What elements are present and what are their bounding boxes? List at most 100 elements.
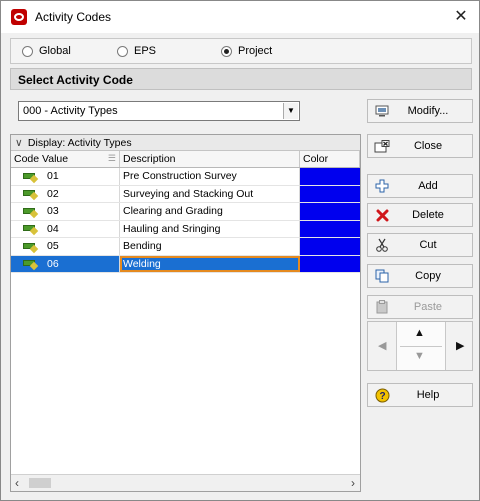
activity-code-grid: ∨ Display: Activity Types Code Value ☰ D…	[10, 134, 361, 492]
close-dialog-icon	[368, 139, 396, 153]
activity-code-icon	[23, 223, 39, 236]
move-up-icon[interactable]: ▲	[414, 327, 425, 339]
color-cell[interactable]	[300, 220, 360, 237]
activity-codes-dialog: Activity Codes ✕ Global EPS Project Sele…	[0, 0, 480, 501]
column-header-code-value-label: Code Value	[14, 153, 69, 165]
code-cell: 06	[11, 255, 120, 272]
copy-label: Copy	[415, 270, 441, 282]
display-label: Display: Activity Types	[27, 137, 132, 149]
description-cell[interactable]: Clearing and Grading	[120, 203, 300, 220]
cut-button[interactable]: Cut	[367, 233, 473, 257]
color-swatch	[300, 185, 360, 202]
window-title: Activity Codes	[35, 10, 112, 24]
table-row-selected[interactable]: 06 Welding	[11, 255, 360, 273]
scroll-left-icon[interactable]: ‹	[15, 476, 19, 490]
color-swatch	[300, 255, 360, 272]
table-row[interactable]: 02 Surveying and Stacking Out	[11, 185, 360, 203]
column-header-color[interactable]: Color	[300, 151, 360, 167]
move-pad-divider	[400, 346, 442, 347]
radio-project-label: Project	[238, 45, 273, 57]
add-icon	[368, 179, 396, 193]
radio-global-dot[interactable]	[22, 45, 33, 57]
horizontal-scrollbar[interactable]: ‹ ›	[11, 474, 360, 491]
delete-label: Delete	[412, 209, 444, 221]
scroll-right-icon[interactable]: ›	[351, 476, 355, 490]
color-swatch	[300, 203, 360, 220]
activity-code-dropdown[interactable]: 000 - Activity Types ▼	[18, 101, 300, 121]
close-window-icon[interactable]: ✕	[451, 7, 471, 27]
scroll-thumb[interactable]	[29, 478, 51, 488]
help-icon: ?	[368, 388, 396, 403]
activity-code-icon	[23, 206, 39, 218]
cut-label: Cut	[419, 239, 437, 251]
move-right-icon[interactable]: ▶	[456, 339, 464, 352]
move-pad: ◀ ▲ ▼ ▶	[367, 321, 473, 371]
radio-project-dot[interactable]	[221, 45, 232, 57]
close-button[interactable]: Close	[367, 134, 473, 158]
description-cell[interactable]: Surveying and Stacking Out	[120, 185, 300, 202]
code-cell: 03	[11, 203, 120, 220]
title-bar: Activity Codes ✕	[1, 1, 479, 33]
code-value: 04	[47, 222, 59, 235]
color-swatch	[300, 220, 360, 237]
column-header-description[interactable]: Description	[120, 151, 300, 167]
select-activity-code-heading: Select Activity Code	[10, 68, 472, 90]
sort-icon: ☰	[107, 153, 116, 163]
description-cell[interactable]: Bending	[120, 238, 300, 255]
paste-button[interactable]: Paste	[367, 295, 473, 319]
display-options-bar[interactable]: ∨ Display: Activity Types	[11, 135, 360, 151]
table-row[interactable]: 03 Clearing and Grading	[11, 203, 360, 221]
scissors-icon	[368, 238, 396, 252]
paste-label: Paste	[413, 301, 443, 313]
color-cell[interactable]	[300, 203, 360, 220]
description-cell[interactable]: Hauling and Sringing	[120, 220, 300, 237]
column-header-code-value[interactable]: Code Value ☰	[11, 151, 120, 167]
radio-eps[interactable]: EPS	[117, 45, 156, 57]
radio-eps-dot[interactable]	[117, 45, 128, 57]
close-label: Close	[413, 140, 443, 152]
delete-icon	[368, 209, 396, 222]
code-value: 05	[47, 240, 59, 253]
svg-text:?: ?	[379, 391, 385, 402]
scope-selector: Global EPS Project	[10, 38, 472, 64]
color-cell[interactable]	[300, 185, 360, 202]
add-button[interactable]: Add	[367, 174, 473, 198]
color-swatch	[300, 168, 360, 185]
activity-code-icon	[23, 241, 39, 253]
color-swatch	[300, 238, 360, 255]
table-row[interactable]: 05 Bending	[11, 238, 360, 256]
grid-header: Code Value ☰ Description Color	[11, 151, 360, 168]
description-cell[interactable]: Pre Construction Survey	[120, 168, 300, 185]
description-cell[interactable]: Welding	[120, 255, 300, 272]
code-cell: 05	[11, 238, 120, 255]
help-label: Help	[416, 389, 440, 401]
add-label: Add	[418, 180, 438, 192]
color-cell[interactable]	[300, 168, 360, 185]
code-cell: 01	[11, 168, 120, 185]
move-left-icon[interactable]: ◀	[378, 339, 386, 352]
help-button[interactable]: ? Help	[367, 383, 473, 407]
radio-global-label: Global	[39, 45, 71, 57]
copy-button[interactable]: Copy	[367, 264, 473, 288]
modify-icon	[368, 105, 396, 117]
table-row[interactable]: 04 Hauling and Sringing	[11, 220, 360, 238]
activity-code-icon	[23, 258, 39, 271]
color-cell[interactable]	[300, 238, 360, 255]
code-cell: 02	[11, 185, 120, 202]
code-value: 06	[47, 257, 59, 270]
code-value: 01	[47, 170, 59, 183]
radio-global[interactable]: Global	[22, 45, 71, 57]
chevron-down-icon[interactable]: ∨	[15, 137, 25, 149]
table-row[interactable]: 01 Pre Construction Survey	[11, 168, 360, 186]
activity-code-icon	[23, 171, 39, 183]
color-cell[interactable]	[300, 255, 360, 272]
radio-project[interactable]: Project	[221, 45, 272, 57]
radio-eps-label: EPS	[134, 45, 157, 57]
copy-icon	[368, 269, 396, 283]
move-down-icon[interactable]: ▼	[414, 350, 425, 362]
code-value: 02	[47, 187, 59, 200]
modify-button[interactable]: Modify...	[367, 99, 473, 123]
activity-code-icon	[23, 188, 39, 201]
dropdown-arrow-icon[interactable]: ▼	[283, 103, 298, 119]
delete-button[interactable]: Delete	[367, 203, 473, 227]
